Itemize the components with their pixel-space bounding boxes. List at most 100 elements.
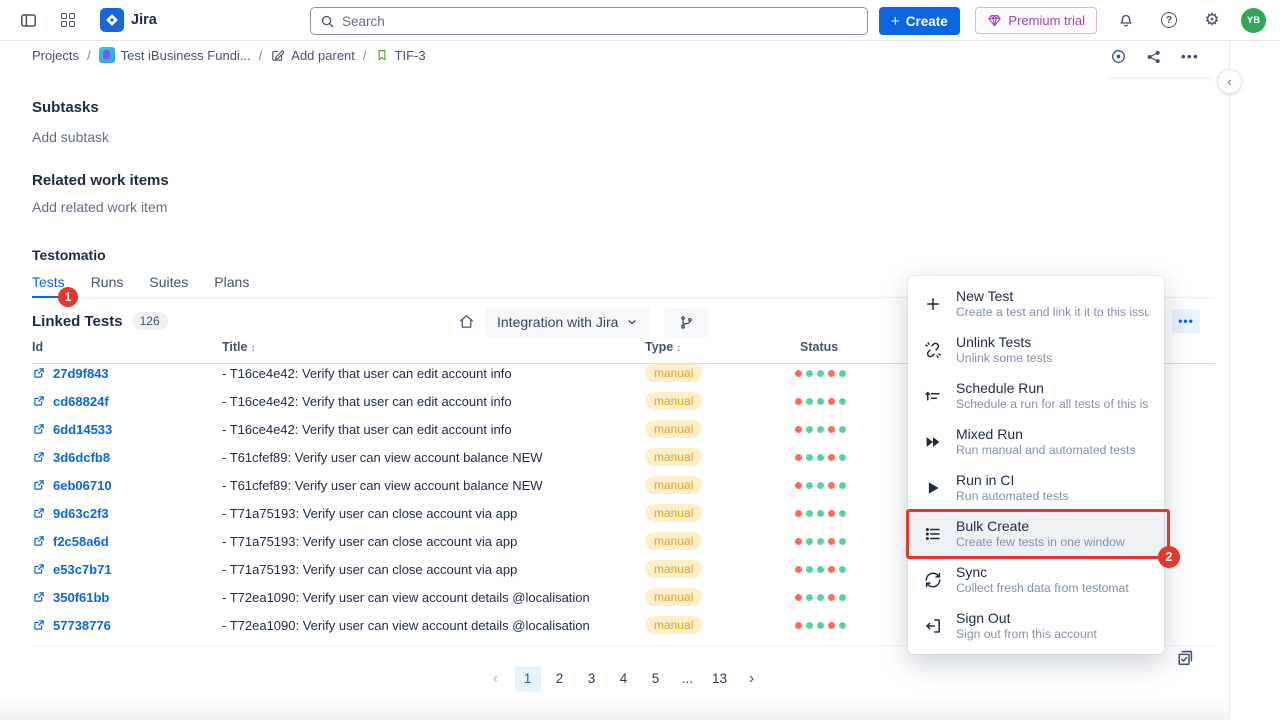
- bell-icon: [1117, 11, 1135, 29]
- tab-label: Runs: [91, 274, 124, 290]
- tab-runs[interactable]: Runs: [91, 274, 124, 297]
- test-type-badge: manual: [645, 588, 702, 606]
- external-link-icon: [32, 422, 46, 436]
- home-button[interactable]: [458, 313, 475, 330]
- status-dot-fail: [828, 482, 835, 489]
- share-icon[interactable]: [1146, 49, 1162, 65]
- header-divider: [1108, 78, 1212, 79]
- watch-icon[interactable]: [1110, 48, 1127, 65]
- menu-item-run-in-ci[interactable]: Run in CIRun automated tests: [908, 465, 1164, 511]
- issue-actions: •••: [1110, 48, 1199, 65]
- external-link-icon: [32, 450, 46, 464]
- more-icon[interactable]: •••: [1181, 49, 1199, 64]
- bulk-select-button[interactable]: [1176, 648, 1195, 667]
- sort-icon: ↕: [676, 343, 681, 354]
- linked-tests-more-button[interactable]: •••: [1172, 309, 1200, 333]
- notifications-button[interactable]: [1112, 6, 1140, 34]
- status-dot-fail: [828, 398, 835, 405]
- menu-item-unlink-tests[interactable]: Unlink TestsUnlink some tests: [908, 327, 1164, 373]
- header-title[interactable]: Title↕: [222, 340, 645, 354]
- test-id-link[interactable]: 350f61bb: [32, 590, 222, 605]
- add-parent-button[interactable]: Add parent: [270, 48, 355, 63]
- test-id-link[interactable]: 6eb06710: [32, 478, 222, 493]
- page-button-2[interactable]: 2: [547, 666, 573, 692]
- page-button-1[interactable]: 1: [515, 666, 541, 692]
- status-dot-pass: [817, 482, 824, 489]
- linked-tests-count-badge: 126: [132, 312, 168, 330]
- status-dot-pass: [839, 566, 846, 573]
- page-button-4[interactable]: 4: [611, 666, 637, 692]
- status-dot-pass: [806, 454, 813, 461]
- branch-icon: [679, 315, 694, 330]
- jira-home-link[interactable]: Jira: [100, 8, 157, 32]
- test-id-link[interactable]: 6dd14533: [32, 422, 222, 437]
- status-dot-pass: [839, 594, 846, 601]
- test-title: - T16ce4e42: Verify that user can edit a…: [222, 394, 645, 409]
- play-icon: [923, 479, 943, 497]
- scroll-fade: [0, 694, 1229, 720]
- external-link-icon: [32, 590, 46, 604]
- status-dot-pass: [817, 454, 824, 461]
- unlink-icon: [923, 341, 943, 359]
- next-page-button[interactable]: ›: [739, 666, 765, 692]
- menu-item-sign-out[interactable]: Sign OutSign out from this account: [908, 603, 1164, 649]
- test-id-link[interactable]: 3d6dcfb8: [32, 450, 222, 465]
- status-dot-pass: [817, 426, 824, 433]
- status-dot-fail: [828, 370, 835, 377]
- add-related-item-button[interactable]: Add related work item: [32, 199, 167, 215]
- tab-plans[interactable]: Plans: [214, 274, 249, 297]
- user-avatar[interactable]: YB: [1241, 8, 1266, 33]
- collapse-panel-button[interactable]: ‹: [1217, 69, 1242, 94]
- sidebar-toggle-icon[interactable]: [14, 6, 42, 34]
- test-title: - T61cfef89: Verify user can view accoun…: [222, 450, 645, 465]
- page-button-3[interactable]: 3: [579, 666, 605, 692]
- header-type[interactable]: Type↕: [645, 340, 800, 354]
- app-switcher-icon[interactable]: [54, 6, 82, 34]
- menu-item-title: Sync: [956, 564, 1129, 582]
- status-dot-pass: [817, 510, 824, 517]
- status-dot-fail: [795, 482, 802, 489]
- status-dot-fail: [795, 370, 802, 377]
- annotation-step-badge: 1: [58, 287, 78, 307]
- test-id-link[interactable]: 57738776: [32, 618, 222, 633]
- test-id-link[interactable]: cd68824f: [32, 394, 222, 409]
- tab-label: Tests: [32, 274, 65, 290]
- tab-tests[interactable]: Tests1: [32, 274, 65, 298]
- plus-icon: +: [891, 13, 900, 30]
- help-button[interactable]: ?: [1155, 6, 1183, 34]
- tab-suites[interactable]: Suites: [149, 274, 188, 297]
- chevron-down-icon: [626, 316, 638, 328]
- test-id-link[interactable]: e53c7b71: [32, 562, 222, 577]
- menu-item-sync[interactable]: SyncCollect fresh data from testomat: [908, 557, 1164, 603]
- sort-icon: ↕: [250, 343, 255, 354]
- premium-trial-button[interactable]: Premium trial: [975, 7, 1097, 34]
- checklist-icon: [1176, 648, 1195, 667]
- breadcrumb-project[interactable]: Test iBusiness Fundi...: [99, 47, 251, 63]
- status-dot-pass: [806, 538, 813, 545]
- global-search[interactable]: [310, 7, 868, 35]
- add-subtask-button[interactable]: Add subtask: [32, 129, 109, 145]
- create-button[interactable]: + Create: [879, 7, 960, 35]
- menu-item-mixed-run[interactable]: Mixed RunRun manual and automated tests: [908, 419, 1164, 465]
- status-dot-fail: [795, 398, 802, 405]
- menu-item-new-test[interactable]: New TestCreate a test and link it it to …: [908, 281, 1164, 327]
- search-input[interactable]: [342, 14, 858, 29]
- test-title: - T71a75193: Verify user can close accou…: [222, 534, 645, 549]
- project-selector-dropdown[interactable]: Integration with Jira: [485, 307, 650, 337]
- branch-button[interactable]: [664, 307, 708, 337]
- status-dot-fail: [795, 538, 802, 545]
- test-id-link[interactable]: 27d9f843: [32, 366, 222, 381]
- page-button-5[interactable]: 5: [643, 666, 669, 692]
- test-id-link[interactable]: f2c58a6d: [32, 534, 222, 549]
- menu-item-schedule-run[interactable]: Schedule RunSchedule a run for all tests…: [908, 373, 1164, 419]
- menu-item-subtitle: Collect fresh data from testomat: [956, 581, 1129, 596]
- test-type-badge: manual: [645, 504, 702, 522]
- previous-page-button[interactable]: ‹: [483, 666, 509, 692]
- page-button-13[interactable]: 13: [707, 666, 733, 692]
- project-avatar-icon: [99, 47, 115, 63]
- settings-button[interactable]: ⚙: [1198, 6, 1226, 34]
- test-id-link[interactable]: 9d63c2f3: [32, 506, 222, 521]
- menu-item-bulk-create[interactable]: Bulk CreateCreate few tests in one windo…: [908, 511, 1164, 557]
- breadcrumb-issue-key[interactable]: TIF-3: [375, 48, 426, 63]
- breadcrumb-projects[interactable]: Projects: [32, 48, 79, 63]
